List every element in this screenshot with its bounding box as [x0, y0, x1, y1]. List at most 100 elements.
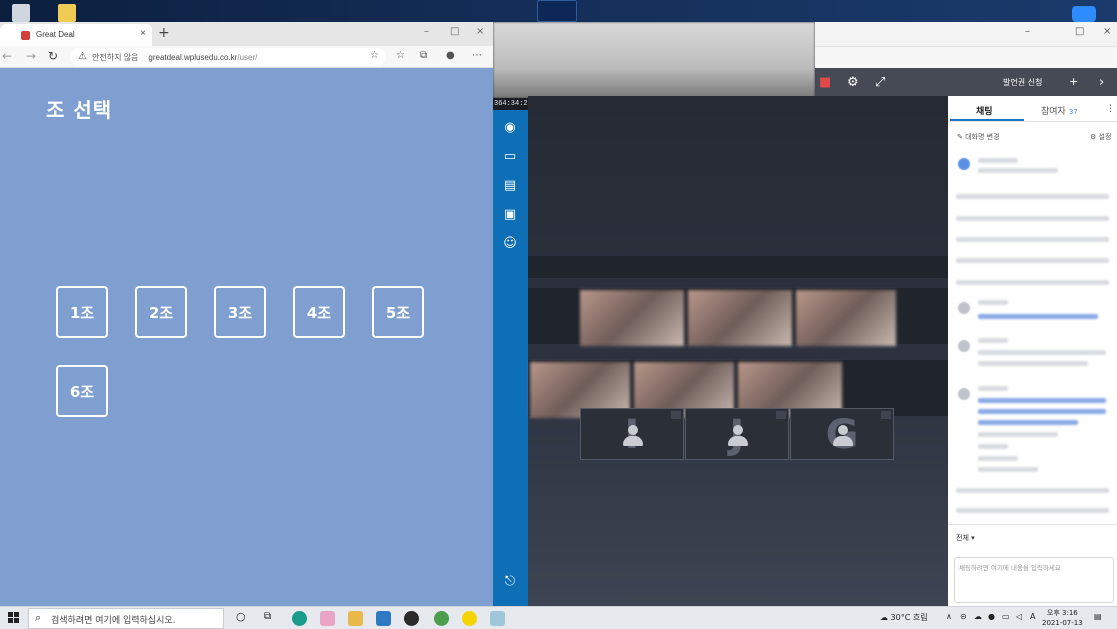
chat-settings-button[interactable]: ⚙ 설정: [1090, 132, 1111, 142]
browser-tab[interactable]: Great Deal ×: [0, 24, 152, 46]
notification-icon[interactable]: ▤: [1094, 612, 1102, 621]
folder-icon[interactable]: [58, 4, 76, 22]
show-hidden-icons-icon[interactable]: ∧: [946, 612, 952, 621]
system-clock[interactable]: 오후 3:16 2021-07-13: [1042, 608, 1083, 628]
site-favicon-icon: [21, 31, 30, 40]
url-host: greatdeal.wplusedu.co.kr: [148, 53, 238, 62]
avatar: [958, 388, 970, 400]
favorites-icon[interactable]: ☆: [396, 50, 405, 61]
right-address-bar[interactable]: [815, 46, 1117, 68]
change-nickname-button[interactable]: ✎ 대화명 변경: [957, 132, 1000, 142]
app-icon[interactable]: [490, 611, 505, 626]
tab-participants[interactable]: 참여자 37: [1041, 104, 1078, 117]
favorite-add-icon[interactable]: ☆: [370, 50, 379, 61]
add-user-icon[interactable]: +: [1069, 75, 1078, 88]
tab-chat[interactable]: 채팅: [950, 104, 1023, 121]
url-field[interactable]: ⚠ 안전하지 않음 greatdeal.wplusedu.co.kr/user/: [70, 48, 386, 66]
speak-request-button[interactable]: 발언권 신청: [1003, 77, 1042, 88]
recycle-bin-icon[interactable]: [12, 4, 30, 22]
chat-scope-select[interactable]: 전체 ▾: [956, 533, 975, 543]
group-4-button[interactable]: 4조: [293, 286, 345, 338]
close-window-icon[interactable]: ×: [476, 26, 484, 37]
xbox-icon[interactable]: [404, 611, 419, 626]
back-icon[interactable]: ←: [2, 49, 12, 63]
clipboard-icon[interactable]: ▤: [501, 178, 519, 194]
ime-icon[interactable]: A: [1030, 612, 1035, 621]
video-grid: I J G: [528, 96, 948, 606]
avatar: [958, 302, 970, 314]
forward-icon[interactable]: →: [26, 49, 36, 63]
video-thumbnail[interactable]: [796, 290, 896, 346]
user-icon[interactable]: ◉: [501, 120, 519, 136]
network-icon[interactable]: ⊝: [960, 612, 967, 621]
display-icon[interactable]: ▭: [1002, 612, 1010, 621]
task-view-icon[interactable]: ⧉: [264, 611, 271, 622]
kakaotalk-icon[interactable]: [462, 611, 477, 626]
video-thumbnail[interactable]: [580, 290, 684, 346]
tab-title: Great Deal: [36, 30, 75, 39]
chat-message: [978, 386, 1008, 391]
cortana-icon[interactable]: ○: [236, 610, 246, 623]
group-1-button[interactable]: 1조: [56, 286, 108, 338]
close-tab-icon[interactable]: ×: [140, 28, 146, 39]
participant-tile[interactable]: J: [685, 408, 789, 460]
camera-off-icon[interactable]: ■: [819, 75, 831, 90]
presentation-icon[interactable]: ▣: [501, 207, 519, 223]
video-thumbnail[interactable]: [688, 290, 792, 346]
person-icon: [833, 425, 853, 447]
chat-message: [956, 216, 1109, 221]
group-3-button[interactable]: 3조: [214, 286, 266, 338]
chat-input[interactable]: 채팅하려면 여기에 내용을 입력하세요: [954, 557, 1114, 603]
more-menu-icon[interactable]: ⋯: [472, 50, 482, 61]
screen-share-icon[interactable]: ▭: [501, 149, 519, 165]
warning-icon[interactable]: ⚠: [78, 51, 87, 62]
tile-menu-icon[interactable]: [881, 411, 891, 419]
chat-more-icon[interactable]: ⋮: [1106, 104, 1115, 114]
chat-message[interactable]: [978, 409, 1106, 414]
zoom-app-icon[interactable]: [1072, 6, 1096, 22]
desktop-app-icon[interactable]: [537, 0, 577, 22]
chevron-right-icon[interactable]: ›: [1099, 75, 1104, 90]
tile-menu-icon[interactable]: [776, 411, 786, 419]
participant-tile[interactable]: G: [790, 408, 894, 460]
mail-icon[interactable]: [376, 611, 391, 626]
profile-icon[interactable]: ●: [446, 50, 455, 61]
emoji-icon[interactable]: ☺: [501, 236, 519, 252]
file-explorer-icon[interactable]: [348, 611, 363, 626]
minimize-icon[interactable]: –: [1025, 26, 1030, 37]
tab-bar: Great Deal × + – □ ×: [0, 22, 493, 46]
maximize-icon[interactable]: □: [1075, 26, 1084, 37]
volume-icon[interactable]: ◁: [1016, 612, 1022, 621]
start-icon[interactable]: [8, 612, 20, 624]
microphone-icon[interactable]: ●: [988, 612, 995, 621]
weather-widget[interactable]: ☁ 30°C 흐림: [880, 612, 928, 623]
chat-message: [978, 158, 1018, 163]
chat-message: [956, 194, 1109, 199]
collections-icon[interactable]: ⧉: [420, 50, 427, 61]
chat-message[interactable]: [978, 398, 1106, 403]
group-2-button[interactable]: 2조: [135, 286, 187, 338]
close-window-icon[interactable]: ×: [1103, 26, 1111, 37]
refresh-icon[interactable]: ↻: [48, 49, 58, 63]
exit-icon[interactable]: ⎋: [501, 574, 519, 590]
chat-panel: 채팅 참여자 37 ⋮ ✎ 대화명 변경 ⚙ 설정 전체 ▾ 채팅하려면 여기에…: [948, 96, 1117, 606]
onedrive-icon[interactable]: ☁: [974, 612, 982, 621]
search-placeholder: 검색하려면 여기에 입력하십시오.: [51, 616, 176, 626]
group-5-button[interactable]: 5조: [372, 286, 424, 338]
fullscreen-icon[interactable]: ⤢: [875, 75, 885, 90]
participant-tile[interactable]: I: [580, 408, 684, 460]
maximize-icon[interactable]: □: [450, 26, 459, 37]
minimize-icon[interactable]: –: [424, 26, 429, 37]
edge-icon[interactable]: [292, 611, 307, 626]
taskbar-search-input[interactable]: ⌕ 검색하려면 여기에 입력하십시오.: [28, 608, 224, 629]
paint-icon[interactable]: [320, 611, 335, 626]
chat-message[interactable]: [978, 314, 1098, 319]
tile-menu-icon[interactable]: [671, 411, 681, 419]
settings-icon[interactable]: ⚙: [847, 75, 859, 90]
new-tab-icon[interactable]: +: [158, 25, 170, 41]
group-6-button[interactable]: 6조: [56, 365, 108, 417]
chat-message: [978, 444, 1008, 449]
blurred-region: [493, 22, 815, 98]
chrome-icon[interactable]: [434, 611, 449, 626]
chat-message[interactable]: [978, 420, 1078, 425]
